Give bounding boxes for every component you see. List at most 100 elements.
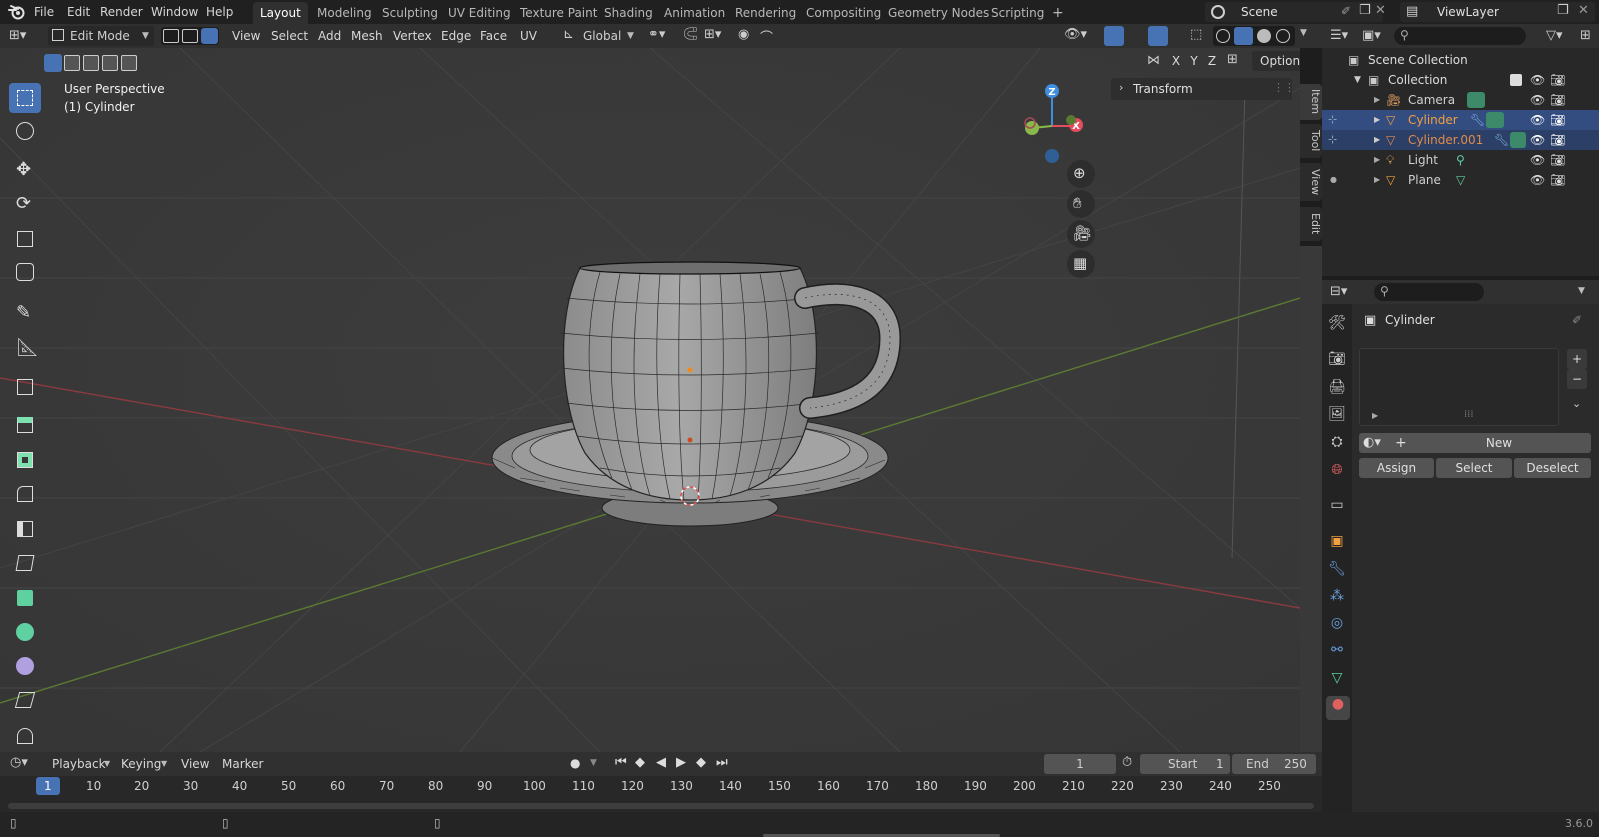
render-camera-icon[interactable]: 📷︎ (1550, 150, 1565, 170)
mode-dropdown[interactable]: Edit Mode ▼ (48, 26, 154, 46)
close-scene-icon[interactable]: ✕ (1375, 3, 1386, 18)
mesh-data-icon[interactable] (1486, 112, 1504, 128)
menu-help[interactable]: Help (203, 3, 236, 21)
data-tab-icon[interactable]: ▽ (1326, 670, 1348, 692)
vertex-select-icon[interactable] (163, 29, 179, 43)
select-button[interactable]: Select (1436, 458, 1512, 478)
select-intersect-icon[interactable] (121, 55, 137, 71)
expand-arrow-icon[interactable]: ▶ (1374, 150, 1380, 170)
assign-button[interactable]: Assign (1359, 458, 1434, 478)
select-extend-icon[interactable] (64, 55, 80, 71)
expand-arrow-icon[interactable]: ▶ (1374, 90, 1380, 110)
tab-compositing[interactable]: Compositing (799, 2, 888, 24)
options-dropdown[interactable]: Options ▼ (1252, 51, 1300, 71)
solid-shading-icon[interactable] (1234, 27, 1253, 45)
menu-add[interactable]: Add (318, 27, 341, 45)
menu-view[interactable]: View (232, 27, 260, 45)
spin-tool[interactable] (9, 618, 41, 648)
overlay-toggle-icon[interactable] (1148, 26, 1168, 46)
copy-scene-icon[interactable]: ❐ (1359, 3, 1371, 18)
edit-mode-toggle-icon[interactable]: ⊹ (1328, 130, 1337, 150)
resize-handle-icon[interactable]: ⁞⁞⁞ (1464, 409, 1474, 420)
tab-animation[interactable]: Animation (657, 2, 732, 24)
constraints-tab-icon[interactable]: ⚯ (1326, 642, 1348, 664)
mirror-x-toggle[interactable]: X (1168, 52, 1184, 70)
menu-mesh[interactable]: Mesh (351, 27, 383, 45)
menu-select[interactable]: Select (271, 27, 308, 45)
scene-selector[interactable]: Scene ✐ ❐ ✕ (1205, 2, 1386, 22)
gizmo-toggle-icon[interactable] (1104, 26, 1124, 46)
menu-edge[interactable]: Edge (441, 27, 471, 45)
edge-select-icon[interactable] (182, 29, 198, 43)
zoom-button[interactable]: ⊕ (1067, 160, 1095, 188)
measure-tool[interactable]: 📐︎ (9, 334, 41, 364)
topology-mirror-icon[interactable]: ⊞ (1227, 52, 1238, 67)
add-workspace-button[interactable]: + (1045, 2, 1071, 24)
timeline-ruler[interactable]: 1 10 20 30 40 50 60 70 80 90 100 110 120… (0, 776, 1322, 812)
clock-icon[interactable]: ⏱ (1122, 755, 1132, 770)
exclude-checkbox[interactable] (1510, 74, 1522, 86)
copy-viewlayer-icon[interactable]: ❐ (1557, 3, 1569, 18)
end-frame-field[interactable]: End 250 (1232, 754, 1316, 774)
face-select-icon[interactable] (201, 28, 218, 44)
expand-arrow-icon[interactable]: ▶ (1374, 110, 1380, 130)
render-tab-icon[interactable]: 📷︎ (1326, 351, 1348, 373)
tab-shading[interactable]: Shading (597, 2, 660, 24)
3d-viewport[interactable]: ✥ ⟳ ✎ 📐︎ User Perspective (1) Cylinder ⋈… (0, 48, 1300, 752)
menu-render[interactable]: Render (97, 3, 146, 21)
menu-edit[interactable]: Edit (64, 3, 93, 21)
annotate-tool[interactable]: ✎ (9, 299, 41, 329)
mirror-z-toggle[interactable]: Z (1204, 52, 1220, 70)
outliner-row-collection[interactable]: ▼ ▣ Collection 👁︎ 📷︎ (1322, 70, 1599, 90)
render-camera-icon[interactable]: 📷︎ (1550, 130, 1565, 150)
expand-arrow-icon[interactable]: ▼ (1354, 70, 1361, 90)
inset-tool[interactable] (9, 446, 41, 476)
properties-editor-icon[interactable]: ⊟▾ (1330, 284, 1347, 299)
tab-sculpting[interactable]: Sculpting (375, 2, 445, 24)
chevron-down-icon[interactable]: ▼ (1300, 28, 1307, 38)
tab-rendering[interactable]: Rendering (728, 2, 803, 24)
add-material-slot-button[interactable]: + (1567, 349, 1587, 369)
move-tool[interactable]: ✥ (9, 156, 41, 186)
rip-tool[interactable] (9, 720, 41, 750)
play-reverse-icon[interactable]: ◀ (656, 755, 666, 770)
material-browse-icon[interactable]: ◐▾ (1363, 435, 1381, 450)
menu-vertex[interactable]: Vertex (393, 27, 432, 45)
shear-tool[interactable] (9, 686, 41, 716)
drag-handle-icon[interactable]: ⋮⋮ (1273, 81, 1295, 94)
edit-mode-toggle-icon[interactable]: ⊹ (1328, 110, 1337, 130)
outliner-search-input[interactable]: ⚲ (1394, 27, 1526, 45)
menu-uv[interactable]: UV (520, 27, 537, 45)
rotate-tool[interactable]: ⟳ (9, 190, 41, 220)
tab-tool[interactable]: Tool (1300, 124, 1322, 158)
editor-type-icon[interactable]: ⊞▾ (9, 28, 26, 43)
visibility-icon[interactable]: 👁︎▾ (1064, 27, 1087, 42)
render-camera-icon[interactable]: 📷︎ (1550, 70, 1565, 90)
menu-marker[interactable]: Marker (222, 755, 263, 773)
timeline-scrollbar[interactable] (8, 803, 1314, 809)
select-subtract-icon[interactable] (83, 55, 99, 71)
output-tab-icon[interactable]: 🖨︎ (1326, 379, 1348, 401)
chevron-down-icon[interactable]: ▼ (590, 758, 597, 768)
start-frame-field[interactable]: Start 1 (1140, 754, 1230, 774)
pin-icon[interactable]: ✐ (1341, 4, 1351, 18)
transform-orientation-dropdown[interactable]: ⊾ Global ▼ (561, 26, 637, 46)
view-layer-tab-icon[interactable]: 🖼︎ (1326, 406, 1348, 428)
expand-arrow-icon[interactable]: ▶ (1374, 130, 1380, 150)
pin-icon[interactable]: ✐ (1572, 313, 1582, 327)
eye-icon[interactable]: 👁︎ (1530, 130, 1545, 150)
prev-keyframe-icon[interactable]: ◆ (635, 755, 645, 770)
render-camera-icon[interactable]: 📷︎ (1550, 110, 1565, 130)
outliner-row-cylinder[interactable]: ⊹ ▶ ▽ Cylinder 🔧︎ 👁︎ 📷︎ (1322, 110, 1599, 130)
select-invert-icon[interactable] (102, 55, 118, 71)
world-tab-icon[interactable]: 🌐︎ (1326, 462, 1348, 484)
eye-icon[interactable]: 👁︎ (1530, 90, 1545, 110)
tab-scripting[interactable]: Scripting (984, 2, 1051, 24)
bevel-tool[interactable] (9, 480, 41, 510)
new-material-button[interactable]: New (1407, 433, 1591, 453)
filter-icon[interactable]: ▽▾ (1546, 28, 1563, 43)
gizmo-neg-z-axis[interactable] (1045, 149, 1059, 163)
transform-panel[interactable]: › Transform ⋮⋮ (1111, 78, 1295, 100)
extrude-tool[interactable] (9, 411, 41, 441)
material-tab-icon[interactable]: ● (1326, 696, 1350, 720)
